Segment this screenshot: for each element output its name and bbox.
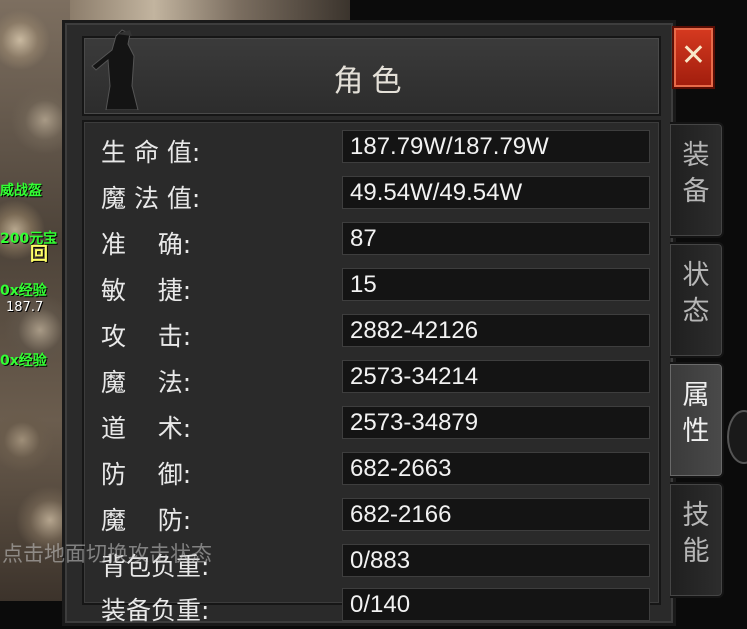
panel-title: 角色 [333,64,410,99]
stat-row-accuracy: 准 确: 87 [84,217,659,263]
stat-label: 敏 捷: [101,276,192,305]
tab-status[interactable]: 状态 [670,242,724,358]
stat-value: 0/140 [342,588,650,621]
stat-row-agility: 敏 捷: 15 [84,263,659,309]
stat-label: 魔 防: [101,506,192,535]
panel-header: 角色 [82,36,661,116]
stats-list: 生 命 值: 187.79W/187.79W 魔 法 值: 49.54W/49.… [82,120,661,625]
stat-label: 魔 法 值: [101,184,201,213]
stat-row-hp: 生 命 值: 187.79W/187.79W [84,125,659,171]
stat-value: 2573-34879 [342,406,650,439]
tab-skills[interactable]: 技能 [670,482,724,598]
stat-label: 魔 法: [101,368,192,397]
world-exp-label: 0x经验 [0,353,47,369]
stat-value: 682-2663 [342,452,650,485]
stat-value: 15 [342,268,650,301]
stat-label: 生 命 值: [101,138,201,167]
stat-label: 防 御: [101,460,192,489]
stat-label: 准 确: [101,230,192,259]
stat-value: 2573-34214 [342,360,650,393]
game-world-top-strip [70,0,350,22]
attack-mode-hint: 点击地面切换攻击状态 [2,542,212,566]
stat-value: 87 [342,222,650,255]
stat-value: 187.79W/187.79W [342,130,650,163]
world-item-label: 200元宝 [0,231,58,247]
world-item-label: 回 [30,244,48,265]
stat-value: 2882-42126 [342,314,650,347]
tab-attributes[interactable]: 属性 [670,362,724,478]
stat-label: 攻 击: [101,322,192,351]
stat-row-magic-defense: 魔 防: 682-2166 [84,493,659,539]
edge-control-knob[interactable] [727,410,747,464]
world-exp-label: 0x经验 [0,283,47,299]
stat-row-taoism: 道 术: 2573-34879 [84,401,659,447]
stat-value: 49.54W/49.54W [342,176,650,209]
stat-row-magic: 魔 法: 2573-34214 [84,355,659,401]
world-hp-label: 187.7 [6,300,44,315]
world-item-label: 威战盔 [0,183,42,199]
stat-row-equip-weight: 装备负重: 0/140 [84,583,659,629]
warrior-silhouette-icon [91,29,139,110]
stat-row-mp: 魔 法 值: 49.54W/49.54W [84,171,659,217]
stat-label: 道 术: [101,414,192,443]
stat-label: 装备负重: [101,596,210,625]
tab-equipment[interactable]: 装备 [670,122,724,238]
stat-value: 0/883 [342,544,650,577]
tab-label: 技能 [682,500,710,567]
tab-label: 装备 [682,140,710,207]
close-button[interactable]: ✕ [672,26,715,89]
stat-value: 682-2166 [342,498,650,531]
stat-row-defense: 防 御: 682-2663 [84,447,659,493]
stat-row-attack: 攻 击: 2882-42126 [84,309,659,355]
tab-label: 状态 [682,260,710,327]
tab-label: 属性 [682,380,710,447]
